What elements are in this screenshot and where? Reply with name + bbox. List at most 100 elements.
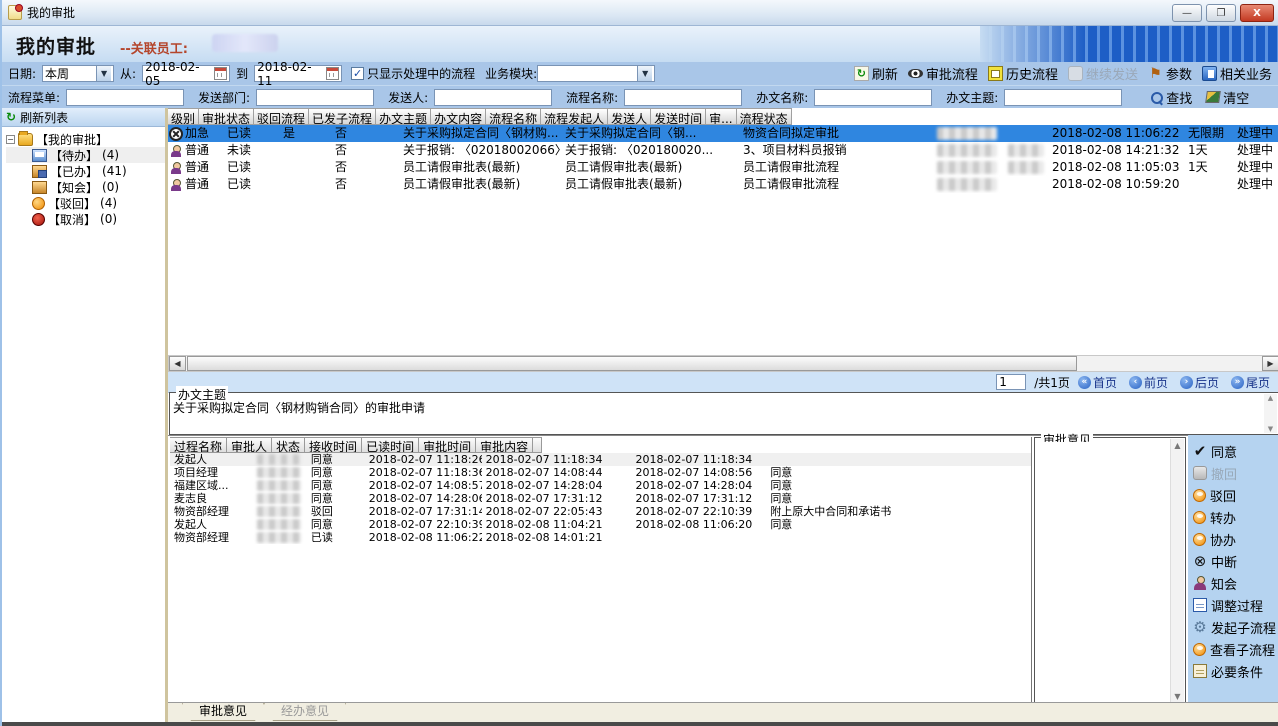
action-button[interactable]: ⚙ 发起子流程 bbox=[1188, 616, 1278, 638]
close-button[interactable]: X bbox=[1240, 4, 1274, 22]
table-row[interactable]: 加急 已读 是 否 关于采购拟定合同〈钢材购... 关于采购拟定合同〈钢... … bbox=[168, 125, 1278, 142]
action-button[interactable]: 知会 bbox=[1188, 572, 1278, 594]
pagination-button[interactable]: » 尾页 bbox=[1231, 374, 1270, 391]
action-button[interactable]: 必要条件 bbox=[1188, 660, 1278, 682]
table-row[interactable]: 普通 已读 否 员工请假审批表(最新) 员工请假审批表(最新) 员工请假审批流程… bbox=[168, 176, 1278, 193]
column-header[interactable] bbox=[533, 437, 542, 453]
priority-icon bbox=[169, 161, 183, 175]
pagination-button[interactable]: › 后页 bbox=[1180, 374, 1219, 391]
scroll-up-icon[interactable]: ▲ bbox=[1174, 441, 1180, 450]
date-range-select[interactable]: 本周 ▼ bbox=[42, 65, 114, 82]
step-row[interactable]: 项目经理 同意 2018-02-07 11:18:36 2018-02-07 1… bbox=[170, 466, 1031, 479]
toolbar-button[interactable]: 相关业务 bbox=[1202, 64, 1272, 83]
action-icon bbox=[1193, 533, 1206, 546]
tree-item[interactable]: 【驳回】 (4) bbox=[6, 195, 165, 211]
column-header[interactable]: 审批内容 bbox=[476, 437, 533, 453]
tree-item[interactable]: 【取消】 (0) bbox=[6, 211, 165, 227]
column-header[interactable]: 已读时间 bbox=[362, 437, 419, 453]
tree-item[interactable]: 【待办】 (4) bbox=[6, 147, 165, 163]
collapse-icon[interactable]: − bbox=[6, 135, 15, 144]
column-header[interactable]: 接收时间 bbox=[305, 437, 362, 453]
column-header[interactable]: 流程名称 bbox=[486, 108, 541, 125]
action-button[interactable]: ✔ 同意 bbox=[1188, 440, 1278, 462]
column-header[interactable]: 办文内容 bbox=[431, 108, 486, 125]
only-active-checkbox[interactable]: ✓ bbox=[351, 67, 364, 80]
action-button[interactable]: ⊗ 中断 bbox=[1188, 550, 1278, 572]
action-button[interactable]: 查看子流程 bbox=[1188, 638, 1278, 660]
scroll-down-icon[interactable]: ▼ bbox=[1268, 425, 1273, 433]
bottom-tab[interactable]: 经办意见 bbox=[264, 703, 346, 721]
step-row[interactable]: 发起人 同意 2018-02-07 11:18:26 2018-02-07 11… bbox=[170, 453, 1031, 466]
tree-root-my-approvals[interactable]: − 【我的审批】 bbox=[6, 131, 165, 147]
filter-field[interactable] bbox=[256, 89, 374, 106]
column-header[interactable]: 审批时间 bbox=[419, 437, 476, 453]
opinion-textarea[interactable] bbox=[1037, 442, 1168, 702]
clear-button[interactable]: 清空 bbox=[1206, 88, 1249, 107]
refresh-list-button[interactable]: ↻ 刷新列表 bbox=[2, 108, 165, 127]
opinion-scrollbar[interactable]: ▲▼ bbox=[1170, 439, 1184, 703]
chevron-down-icon[interactable]: ▼ bbox=[637, 66, 652, 81]
filter-field[interactable] bbox=[66, 89, 184, 106]
column-header[interactable]: 驳回流程 bbox=[254, 108, 309, 125]
pagination-button[interactable]: « 首页 bbox=[1078, 374, 1117, 391]
minimize-button[interactable]: — bbox=[1172, 4, 1202, 22]
pagination-button[interactable]: ‹ 前页 bbox=[1129, 374, 1168, 391]
maximize-button[interactable]: ❐ bbox=[1206, 4, 1236, 22]
action-button[interactable]: 驳回 bbox=[1188, 484, 1278, 506]
action-button[interactable]: 协办 bbox=[1188, 528, 1278, 550]
column-header[interactable]: 办文主题 bbox=[376, 108, 431, 125]
step-row[interactable]: 麦志良 同意 2018-02-07 14:28:06 2018-02-07 17… bbox=[170, 492, 1031, 505]
toolbar-button[interactable]: 审批流程 bbox=[908, 64, 978, 83]
column-header[interactable]: 发送时间 bbox=[651, 108, 706, 125]
window-title: 我的审批 bbox=[27, 4, 75, 21]
toolbar-button[interactable]: ⚑ 参数 bbox=[1148, 64, 1192, 83]
calendar-icon[interactable] bbox=[214, 67, 227, 80]
toolbar-button[interactable]: ↻ 刷新 bbox=[854, 64, 898, 83]
column-header[interactable]: 流程状态 bbox=[737, 108, 792, 125]
chevron-down-icon[interactable]: ▼ bbox=[96, 66, 111, 81]
column-header[interactable]: 级别 bbox=[168, 108, 199, 125]
column-header[interactable]: 审... bbox=[706, 108, 736, 125]
filter-field[interactable] bbox=[1004, 89, 1122, 106]
to-date-field[interactable]: 2018-02-11 bbox=[254, 65, 342, 82]
to-label: 到 bbox=[236, 65, 248, 82]
bottom-tab[interactable]: 审批意见 bbox=[182, 703, 264, 721]
column-header[interactable]: 过程名称 bbox=[170, 437, 227, 453]
toolbar-button[interactable]: 继续发送 bbox=[1068, 64, 1138, 83]
from-date-field[interactable]: 2018-02-05 bbox=[142, 65, 230, 82]
filter-field[interactable] bbox=[814, 89, 932, 106]
page-number-input[interactable] bbox=[996, 374, 1026, 390]
column-header[interactable]: 已发子流程 bbox=[309, 108, 376, 125]
column-header[interactable]: 状态 bbox=[272, 437, 305, 453]
scroll-left-icon[interactable]: ◀ bbox=[169, 356, 186, 371]
search-button[interactable]: 查找 bbox=[1150, 88, 1192, 107]
calendar-icon[interactable] bbox=[326, 67, 339, 80]
module-select[interactable]: ▼ bbox=[537, 65, 655, 82]
table-row[interactable]: 普通 已读 否 员工请假审批表(最新) 员工请假审批表(最新) 员工请假审批流程… bbox=[168, 159, 1278, 176]
scrollbar-thumb[interactable] bbox=[187, 356, 1077, 371]
tree-item[interactable]: 【知会】 (0) bbox=[6, 179, 165, 195]
scroll-down-icon[interactable]: ▼ bbox=[1174, 692, 1180, 701]
subject-scrollbar[interactable]: ▲▼ bbox=[1264, 394, 1277, 433]
step-row[interactable]: 物资部经理 驳回 2018-02-07 17:31:14 2018-02-07 … bbox=[170, 505, 1031, 518]
column-header[interactable]: 发送人 bbox=[608, 108, 651, 125]
step-row[interactable]: 福建区域... 同意 2018-02-07 14:08:57 2018-02-0… bbox=[170, 479, 1031, 492]
approver-redacted bbox=[257, 493, 301, 504]
action-button[interactable]: 转办 bbox=[1188, 506, 1278, 528]
scroll-right-icon[interactable]: ▶ bbox=[1262, 356, 1278, 371]
horizontal-scrollbar[interactable]: ◀ ▶ bbox=[168, 355, 1278, 372]
filter-field[interactable] bbox=[434, 89, 552, 106]
toolbar-button[interactable]: 历史流程 bbox=[988, 64, 1058, 83]
column-header[interactable]: 审批人 bbox=[227, 437, 272, 453]
column-header[interactable]: 审批状态 bbox=[199, 108, 254, 125]
action-button[interactable]: 撤回 bbox=[1188, 462, 1278, 484]
tree-item[interactable]: 【已办】 (41) bbox=[6, 163, 165, 179]
table-row[interactable]: 普通 未读 否 关于报销: 〈02018002066〉... 关于报销: 〈02… bbox=[168, 142, 1278, 159]
filter-field[interactable] bbox=[624, 89, 742, 106]
step-row[interactable]: 物资部经理 已读 2018-02-08 11:06:22 2018-02-08 … bbox=[170, 531, 1031, 544]
scroll-up-icon[interactable]: ▲ bbox=[1268, 394, 1273, 402]
column-header[interactable]: 流程发起人 bbox=[541, 108, 608, 125]
step-row[interactable]: 发起人 同意 2018-02-07 22:10:39 2018-02-08 11… bbox=[170, 518, 1031, 531]
action-button[interactable]: 调整过程 bbox=[1188, 594, 1278, 616]
table-header: 级别审批状态驳回流程已发子流程办文主题办文内容流程名称流程发起人发送人发送时间审… bbox=[168, 108, 1278, 125]
